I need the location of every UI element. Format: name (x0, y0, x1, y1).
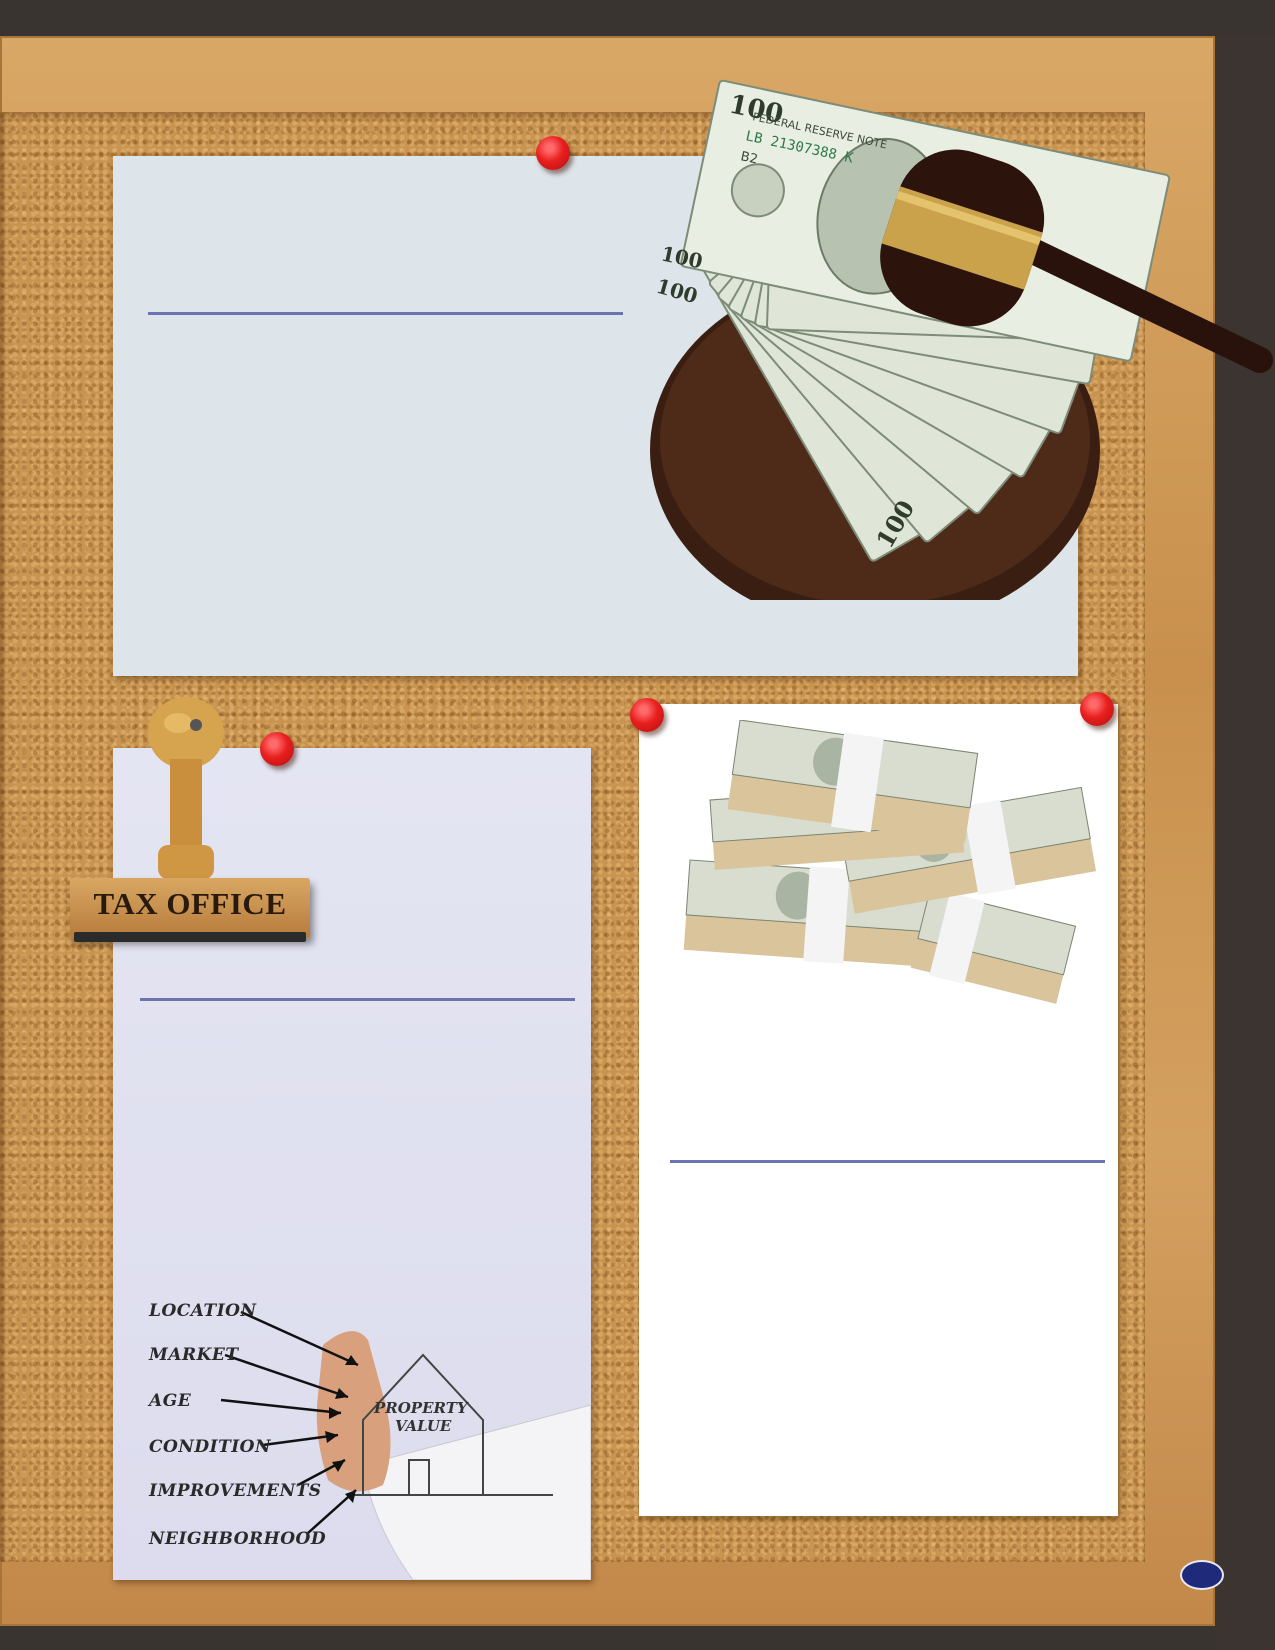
house-label-line2: VALUE (395, 1417, 452, 1435)
cash-bundle (910, 889, 1077, 1004)
factor-location: LOCATION (149, 1301, 257, 1321)
page-number-badge (1180, 1560, 1224, 1590)
property-value-diagram: PROPERTY VALUE LOCATION MARKET AGE CONDI… (113, 1285, 591, 1580)
heading-rule-top (148, 312, 623, 315)
house-label-line1: PROPERTY (373, 1399, 469, 1417)
factor-neighborhood: NEIGHBORHOOD (149, 1529, 327, 1549)
heading-rule-right (670, 1160, 1105, 1163)
bill-denomination-3: 100 (654, 274, 701, 309)
stamp-text: TAX OFFICE (93, 886, 287, 921)
cash-stacks-image (683, 720, 1097, 1004)
push-pin-icon (536, 136, 570, 170)
stamp-rubber-base (74, 932, 306, 942)
stamp-handle (148, 697, 224, 879)
factor-condition: CONDITION (149, 1437, 272, 1457)
factor-improvements: IMPROVEMENTS (149, 1481, 322, 1501)
money-gavel-image: 100 100 100 100 FEDERAL RESERVE NOTE LB … (650, 79, 1273, 600)
push-pin-icon (260, 732, 294, 766)
push-pin-icon (1080, 692, 1114, 726)
factor-market: MARKET (149, 1345, 239, 1365)
push-pin-icon (630, 698, 664, 732)
factor-age: AGE (149, 1391, 192, 1411)
heading-rule-left (140, 998, 575, 1001)
